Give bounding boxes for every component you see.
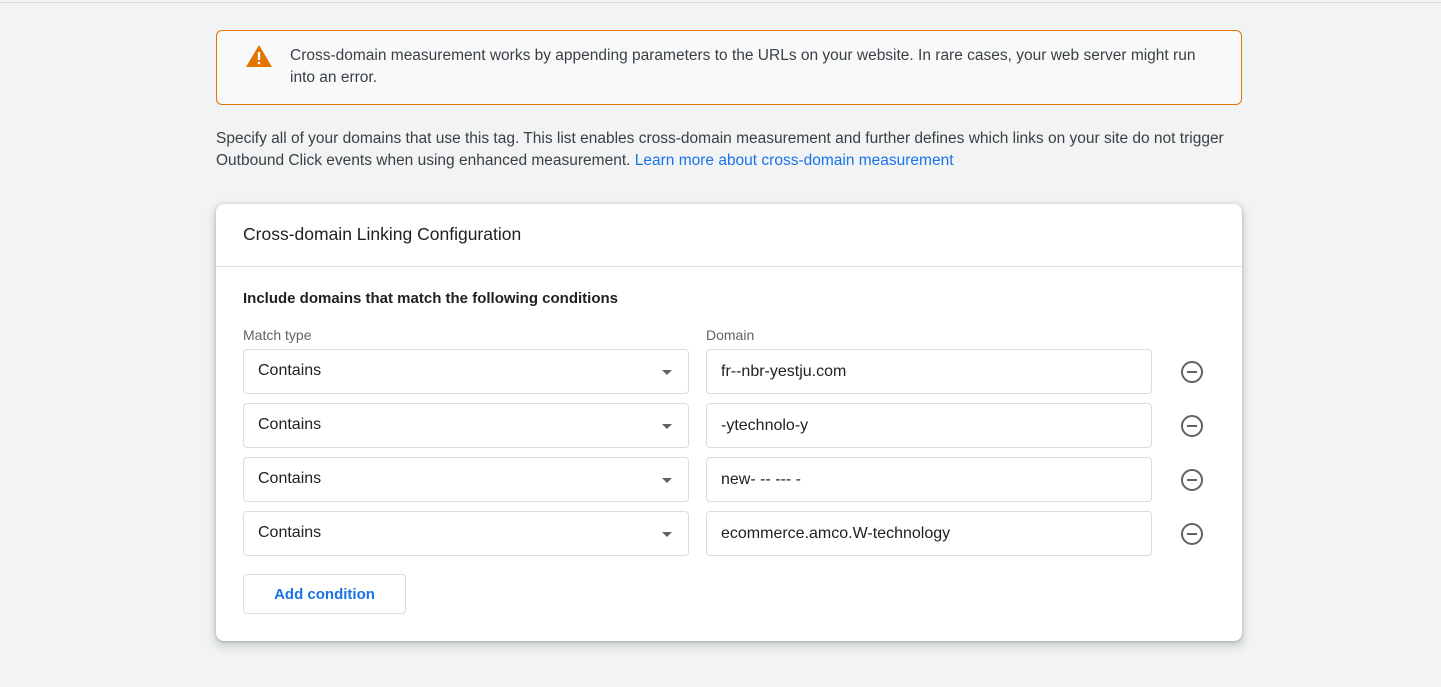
dropdown-arrow-icon — [662, 424, 672, 429]
dropdown-arrow-icon — [662, 370, 672, 375]
cross-domain-config-card: Cross-domain Linking Configuration Inclu… — [216, 204, 1242, 641]
match-type-select[interactable]: Contains — [243, 511, 689, 556]
domain-input[interactable] — [706, 457, 1152, 502]
match-type-select[interactable]: Contains — [243, 349, 689, 394]
intro-paragraph: Specify all of your domains that use thi… — [216, 128, 1246, 172]
condition-row: Contains — [243, 403, 1213, 448]
match-type-value: Contains — [258, 470, 322, 487]
learn-more-link[interactable]: Learn more about cross-domain measuremen… — [635, 152, 954, 169]
top-divider — [0, 0, 1441, 3]
domain-input[interactable] — [706, 403, 1152, 448]
remove-condition-icon[interactable] — [1180, 522, 1204, 546]
remove-condition-icon[interactable] — [1180, 414, 1204, 438]
card-divider — [216, 266, 1242, 267]
domain-input[interactable] — [706, 511, 1152, 556]
condition-row: Contains — [243, 349, 1213, 394]
warning-banner: Cross-domain measurement works by append… — [216, 30, 1242, 105]
match-type-value: Contains — [258, 524, 322, 541]
warning-triangle-icon — [246, 45, 272, 67]
condition-row: Contains — [243, 511, 1213, 556]
match-type-label: Match type — [243, 327, 312, 343]
match-type-select[interactable]: Contains — [243, 403, 689, 448]
remove-condition-icon[interactable] — [1180, 468, 1204, 492]
dropdown-arrow-icon — [662, 478, 672, 483]
dropdown-arrow-icon — [662, 532, 672, 537]
match-type-value: Contains — [258, 416, 322, 433]
add-condition-button[interactable]: Add condition — [243, 574, 406, 614]
match-type-select[interactable]: Contains — [243, 457, 689, 502]
remove-condition-icon[interactable] — [1180, 360, 1204, 384]
warning-text: Cross-domain measurement works by append… — [290, 47, 1196, 86]
card-title: Cross-domain Linking Configuration — [243, 224, 522, 244]
section-title: Include domains that match the following… — [243, 290, 619, 307]
domain-input[interactable] — [706, 349, 1152, 394]
match-type-value: Contains — [258, 362, 322, 379]
domain-label: Domain — [706, 327, 755, 343]
condition-row: Contains — [243, 457, 1213, 502]
